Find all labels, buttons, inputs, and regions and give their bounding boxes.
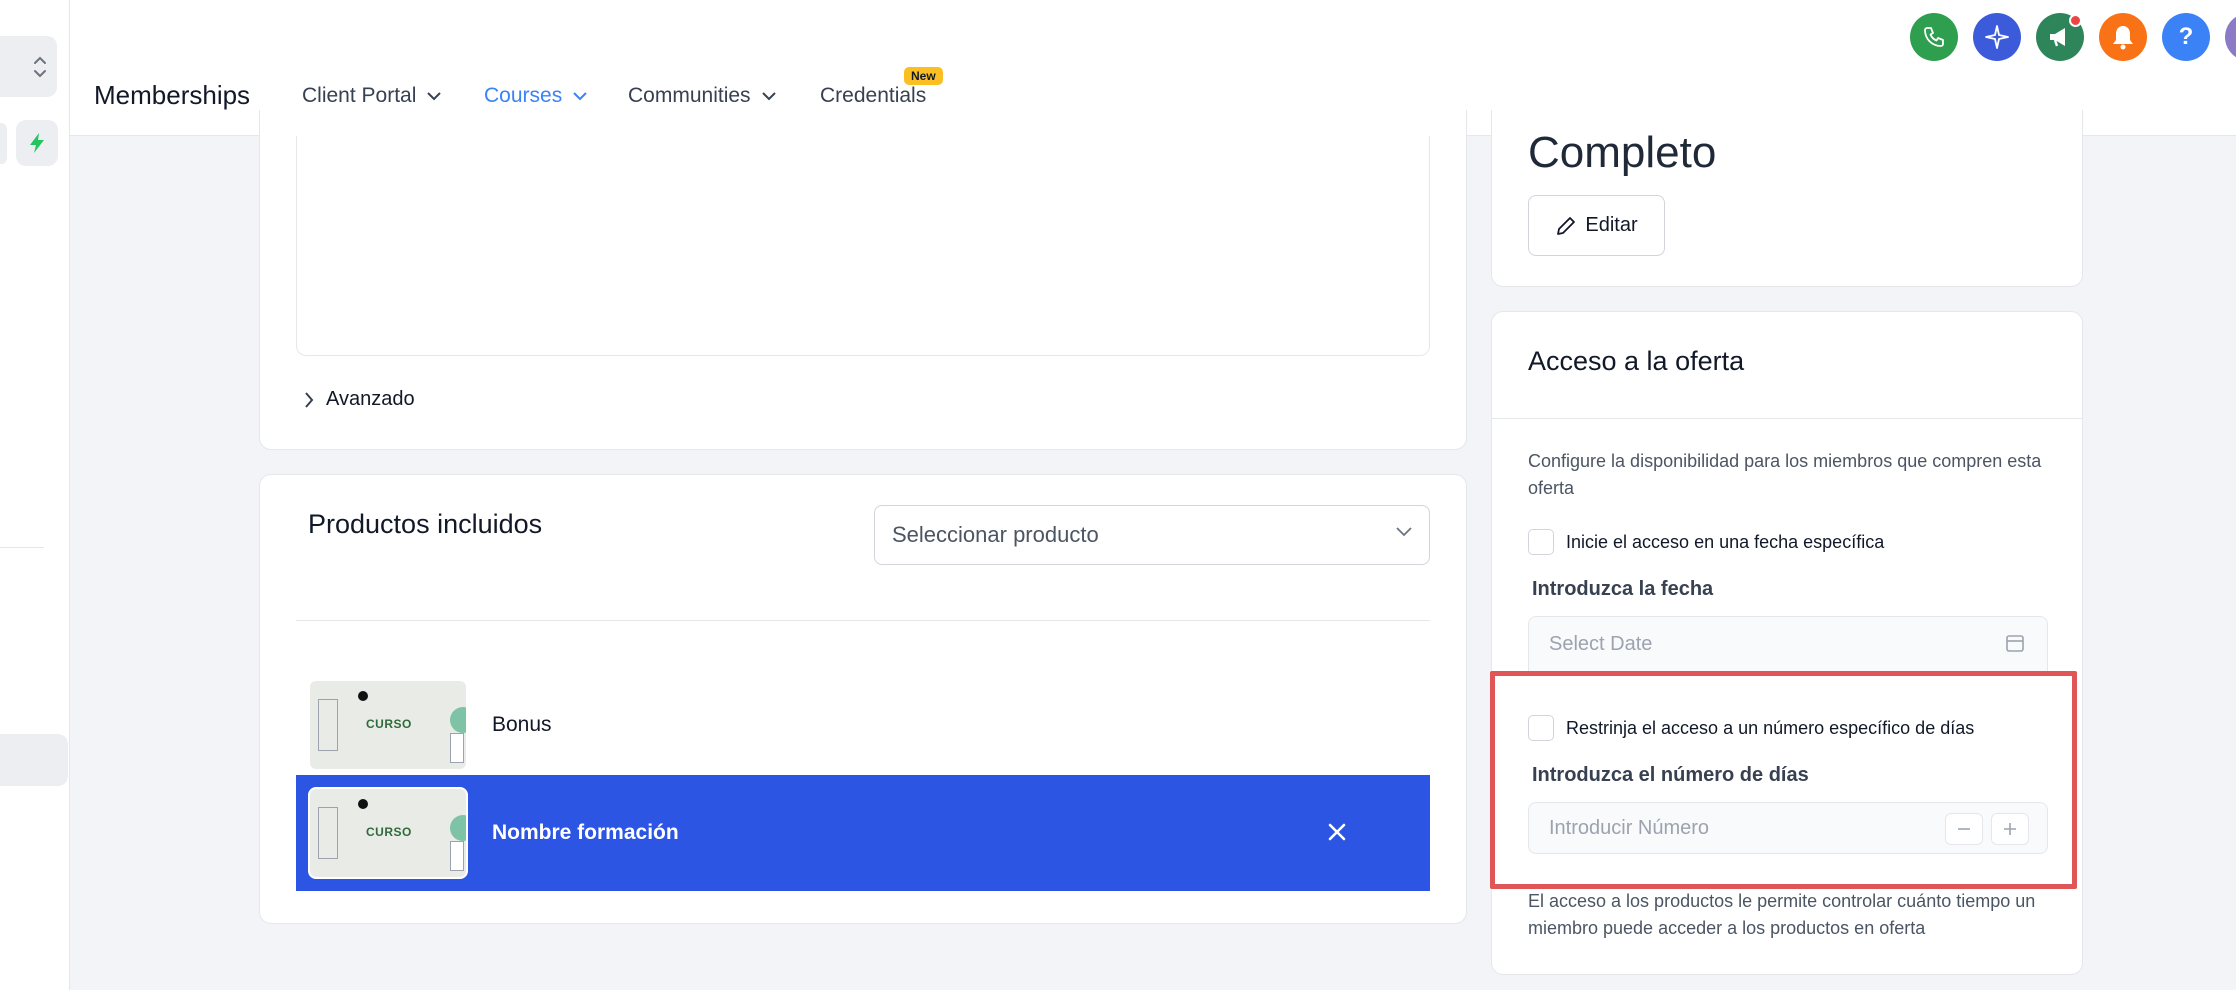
advanced-label: Avanzado [326, 388, 415, 410]
announcements-button[interactable] [2036, 13, 2084, 61]
highlight-box [1490, 671, 2077, 889]
new-badge: New [904, 67, 943, 85]
edit-label: Editar [1585, 214, 1638, 236]
rail-divider [0, 547, 44, 548]
start-date-option[interactable]: Inicie el acceso en una fecha específica [1528, 529, 1884, 555]
access-title: Acceso a la oferta [1528, 346, 1745, 376]
date-input[interactable]: Select Date [1528, 616, 2048, 672]
chevron-updown-icon [34, 56, 46, 77]
pencil-icon [1557, 216, 1576, 235]
help-button[interactable]: ? [2162, 13, 2210, 61]
ai-assistant-button[interactable] [1973, 13, 2021, 61]
help-icon: ? [2178, 23, 2194, 50]
bell-icon [2113, 26, 2133, 50]
notification-dot [2069, 14, 2082, 27]
product-name: Bonus [492, 713, 552, 736]
rail-active-item[interactable] [0, 734, 68, 786]
product-thumbnail: CURSO [308, 679, 468, 771]
tab-client-portal[interactable]: Client Portal [302, 84, 442, 108]
products-card: Productos incluidos Seleccionar producto… [259, 474, 1467, 924]
tab-label: Client Portal [302, 84, 417, 107]
chevron-down-icon [1396, 527, 1412, 537]
access-divider [1492, 418, 2082, 419]
product-select[interactable]: Seleccionar producto [874, 505, 1430, 565]
chevron-down-icon [427, 92, 442, 101]
tab-label: Communities [628, 84, 751, 107]
chevron-right-icon [305, 391, 314, 408]
thumbnail-label: CURSO [366, 825, 412, 839]
description-card: Avanzado [259, 110, 1467, 450]
tab-label: Credentials [820, 84, 927, 107]
thumbnail-label: CURSO [366, 717, 412, 731]
status-value: Completo [1528, 128, 1717, 177]
edit-button[interactable]: Editar [1528, 195, 1665, 256]
calendar-icon [2006, 635, 2024, 652]
date-field-label: Introduzca la fecha [1532, 578, 1714, 600]
left-rail [0, 0, 70, 990]
close-icon [1328, 823, 1346, 841]
description-editor[interactable] [296, 136, 1430, 356]
advanced-toggle[interactable]: Avanzado [304, 388, 415, 411]
rail-button[interactable] [0, 123, 7, 164]
tab-label: Courses [484, 84, 563, 107]
date-placeholder: Select Date [1549, 633, 1653, 655]
phone-icon [1924, 27, 1944, 47]
products-title: Productos incluidos [308, 509, 543, 539]
chevron-down-icon [761, 92, 776, 101]
quick-action-button[interactable] [16, 120, 58, 166]
start-date-checkbox[interactable] [1528, 529, 1554, 555]
account-switcher[interactable] [0, 36, 57, 97]
bolt-icon [30, 133, 44, 153]
chevron-down-icon [573, 92, 587, 101]
start-date-checkbox-label: Inicie el acceso en una fecha específica [1566, 531, 1885, 552]
tab-credentials[interactable]: Credentials [820, 84, 926, 108]
products-divider [296, 620, 1430, 621]
tab-communities[interactable]: Communities [628, 84, 777, 108]
access-footer-note: El acceso a los productos le permite con… [1528, 891, 2036, 938]
avatar[interactable] [2225, 13, 2236, 61]
sparkle-icon [1985, 25, 2009, 49]
page-title: Memberships [94, 80, 251, 110]
product-thumbnail: CURSO [308, 787, 468, 879]
product-select-placeholder: Seleccionar producto [892, 522, 1099, 547]
remove-product-button[interactable] [1320, 815, 1354, 849]
megaphone-icon [2050, 28, 2065, 47]
product-row-selected[interactable]: CURSO Nombre formación [296, 775, 1430, 891]
tab-courses[interactable]: Courses [484, 84, 588, 108]
product-row[interactable]: CURSO Bonus [296, 667, 1430, 783]
notifications-button[interactable] [2099, 13, 2147, 61]
status-card: Completo Editar [1491, 110, 2083, 287]
access-description: Configure la disponibilidad para los mie… [1528, 451, 2042, 498]
product-name: Nombre formación [492, 821, 679, 844]
phone-button[interactable] [1910, 13, 1958, 61]
